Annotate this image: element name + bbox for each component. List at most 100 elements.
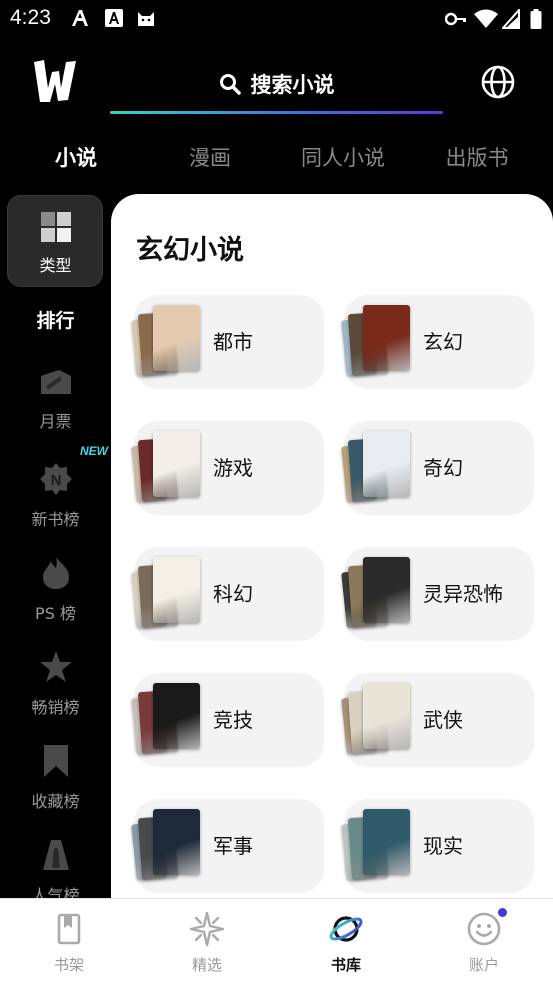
sidebar-item-bestseller[interactable]: 畅销榜 [0,650,111,718]
notification-dot [498,908,507,917]
sidebar-item-monthly-ticket[interactable]: 月票 [0,368,111,432]
tab-comic[interactable]: 漫画 [150,138,270,178]
svg-text:N: N [50,472,61,489]
category-card[interactable]: 灵异恐怖 [341,547,534,641]
sidebar-item-label: 人气榜 [31,886,80,898]
book-cover [153,305,200,371]
sidebar-item-ps-ranking[interactable]: PS 榜 [0,556,111,624]
cat-icon [138,12,154,26]
battery-icon [530,9,542,29]
nav-library[interactable]: 书库 [277,899,415,984]
book-covers [131,683,204,757]
tab-published-books[interactable]: 出版书 [417,138,537,178]
book-cover [363,305,410,371]
book-cover [363,683,410,749]
category-card[interactable]: 都市 [131,295,324,389]
sidebar: 类型 排行 月票 NEW N 新书榜 PS 榜 畅销榜 收藏榜 人气榜 [0,192,111,898]
sidebar-item-label: 新书榜 [31,510,80,529]
book-covers [341,431,414,505]
flame-icon [42,557,69,589]
book-cover [153,431,200,497]
category-card[interactable]: 武侠 [341,673,534,767]
star-icon [39,651,72,682]
nav-label: 书库 [330,956,361,974]
category-name: 玄幻 [423,330,463,354]
sidebar-item-label: 收藏榜 [31,792,80,811]
category-name: 灵异恐怖 [423,582,503,606]
sidebar-item-label: 月票 [39,412,72,431]
book-cover [153,683,200,749]
category-card[interactable]: 游戏 [131,421,324,515]
bookmark-icon [43,745,68,777]
sidebar-item-popularity[interactable]: 人气榜 [0,838,111,898]
sidebar-item-new-books[interactable]: N 新书榜 [0,462,111,530]
category-icon [40,212,71,242]
category-name: 奇幻 [423,456,463,480]
book-covers [131,557,204,631]
category-tabs: 小说 漫画 同人小说 出版书 [0,138,553,178]
book-covers [131,305,204,379]
app-screen: 4:23 搜索小说 小说 漫画 同人小说 出版书 类型 排行 月票 NEW N … [0,0,553,984]
search-icon [219,74,241,95]
font-a-box-icon [105,9,123,27]
new-book-icon: N [39,463,72,495]
book-cover [153,557,200,623]
book-cover [153,809,200,875]
status-bar: 4:23 [0,0,553,38]
wifi-icon [474,9,498,28]
sidebar-item-label: 畅销榜 [31,698,80,717]
category-name: 武侠 [423,708,463,732]
bottom-nav: 书架 精选 书库 账户 [0,898,553,984]
status-time: 4:23 [10,6,51,29]
smiley-icon [467,912,501,946]
book-covers [341,305,414,379]
book-covers [341,683,414,757]
category-card[interactable]: 军事 [131,799,324,893]
nav-label: 精选 [191,956,222,974]
nav-label: 账户 [468,956,499,974]
search-underline [110,111,443,114]
category-card[interactable]: 奇幻 [341,421,534,515]
content-panel: 玄幻小说 都市 玄幻游戏 奇幻科幻 灵异恐怖竞技 武侠军事 现实 [111,194,553,898]
category-name: 科幻 [213,582,253,606]
app-logo[interactable] [30,58,80,104]
bookshelf-icon [57,913,81,945]
sidebar-item-genre[interactable]: 类型 [0,212,111,276]
nav-label: 书架 [53,956,84,974]
font-a-icon [72,10,88,26]
category-name: 游戏 [213,456,253,480]
sidebar-item-favorites[interactable]: 收藏榜 [0,744,111,812]
nav-account[interactable]: 账户 [415,899,553,984]
search-bar[interactable]: 搜索小说 [110,58,443,114]
sidebar-item-label: 排行 [36,310,75,332]
sparkle-icon [189,911,225,947]
ticket-icon [40,370,71,394]
book-cover [363,809,410,875]
new-badge: NEW [80,444,108,458]
category-card[interactable]: 现实 [341,799,534,893]
sidebar-item-label: 类型 [39,256,72,275]
book-covers [341,809,414,883]
category-name: 现实 [423,834,463,858]
key-icon [445,12,466,26]
signal-icon [502,9,520,29]
sidebar-item-label: PS 榜 [35,604,76,623]
nav-bookshelf[interactable]: 书架 [0,899,138,984]
sidebar-section-ranking: 排行 [0,306,111,333]
book-covers [341,557,414,631]
section-title: 玄幻小说 [136,235,244,266]
category-card[interactable]: 科幻 [131,547,324,641]
search-label: 搜索小说 [250,73,335,97]
category-name: 竞技 [213,708,253,732]
book-cover [363,557,410,623]
category-card[interactable]: 玄幻 [341,295,534,389]
globe-icon[interactable] [480,64,516,100]
nav-featured[interactable]: 精选 [138,899,276,984]
tab-fanfiction[interactable]: 同人小说 [283,138,403,178]
category-card[interactable]: 竞技 [131,673,324,767]
planet-icon [329,916,363,942]
book-covers [131,809,204,883]
book-covers [131,431,204,505]
tab-novel[interactable]: 小说 [16,138,136,178]
popularity-icon [42,840,69,870]
